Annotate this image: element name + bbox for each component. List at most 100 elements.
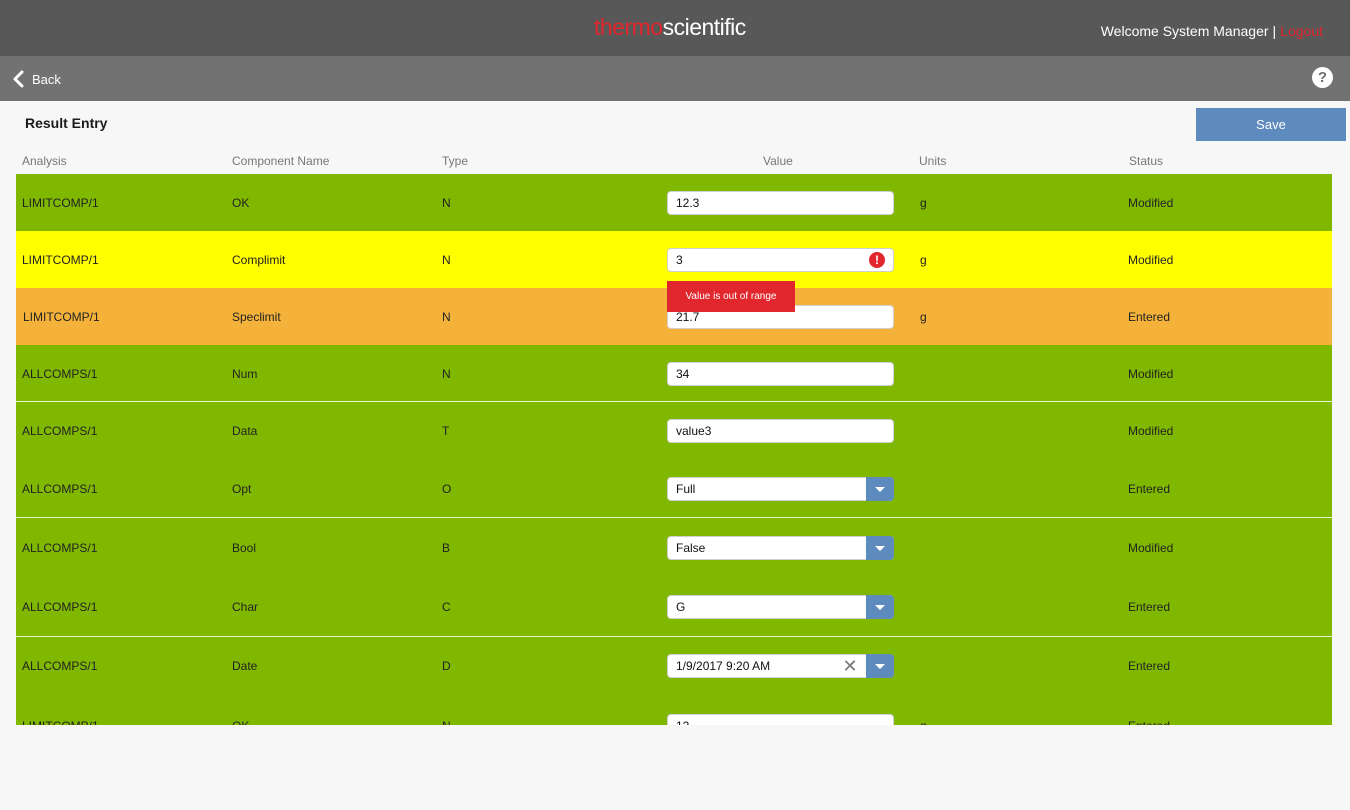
analysis-cell: ALLCOMPS/1	[22, 482, 98, 496]
value-input[interactable]: 3!	[667, 247, 894, 272]
value-text: 12.3	[676, 195, 700, 210]
status-cell: Entered	[1128, 659, 1171, 673]
units-cell: g	[920, 309, 927, 324]
thermo-scientific-logo: thermoscientific	[594, 14, 746, 41]
status-cell: Entered	[1128, 719, 1170, 725]
value-datetime-picker[interactable]: 1/9/2017 9:20 AM ✕	[667, 654, 894, 678]
type-cell: N	[442, 309, 451, 324]
logo-thermo-text: thermo	[594, 14, 663, 40]
table-row: ALLCOMPS/1 Num N Modified 34	[16, 345, 1332, 402]
status-cell: Entered	[1128, 599, 1171, 614]
logout-link[interactable]: Logout	[1280, 23, 1323, 39]
back-label: Back	[32, 71, 61, 87]
component-name-cell: Bool	[232, 540, 257, 555]
back-button[interactable]: Back	[12, 69, 61, 89]
type-cell: N	[442, 366, 451, 381]
type-cell: N	[442, 719, 451, 725]
type-cell: C	[442, 599, 451, 614]
value-dropdown[interactable]: False	[667, 535, 894, 560]
table-row: ALLCOMPS/1 Opt O Entered Full	[16, 460, 1332, 518]
row-divider	[16, 401, 1332, 402]
table-header: Analysis Component Name Type Value Units…	[0, 154, 1350, 168]
component-name-cell: Data	[232, 424, 258, 438]
units-cell: g	[920, 195, 927, 210]
row-divider	[16, 636, 1332, 637]
analysis-cell: LIMITCOMP/1	[22, 252, 99, 267]
component-name-cell: OK	[232, 719, 249, 725]
save-button[interactable]: Save	[1196, 108, 1346, 141]
analysis-cell: LIMITCOMP/1	[22, 719, 99, 725]
analysis-cell: ALLCOMPS/1	[22, 659, 98, 673]
units-cell: g	[920, 719, 927, 725]
column-header-units: Units	[919, 154, 947, 168]
table-row: ALLCOMPS/1 Date D Entered 1/9/2017 9:20 AM ✕	[16, 636, 1332, 696]
chevron-down-icon[interactable]	[866, 535, 894, 560]
status-cell: Modified	[1128, 252, 1174, 267]
units-cell: g	[920, 252, 927, 267]
column-header-component-name: Component Name	[232, 154, 330, 168]
value-text: value3	[676, 424, 712, 438]
status-cell: Modified	[1128, 424, 1174, 438]
column-header-value: Value	[763, 154, 793, 168]
component-name-cell: Date	[232, 659, 258, 673]
user-welcome: Welcome System Manager | Logout	[1101, 23, 1323, 39]
welcome-text: Welcome System Manager	[1100, 23, 1269, 39]
analysis-cell: LIMITCOMP/1	[22, 195, 99, 210]
status-cell: Modified	[1128, 195, 1174, 210]
component-name-cell: Num	[232, 366, 258, 381]
component-name-cell: Complimit	[232, 252, 286, 267]
welcome-separator: |	[1272, 23, 1277, 39]
validation-tooltip: Value is out of range	[667, 281, 795, 312]
component-name-cell: OK	[232, 195, 250, 210]
row-divider	[16, 517, 1332, 518]
value-dropdown[interactable]: G	[667, 594, 894, 619]
analysis-cell: ALLCOMPS/1	[22, 599, 98, 614]
analysis-cell: ALLCOMPS/1	[22, 540, 98, 555]
component-name-cell: Speclimit	[232, 309, 281, 324]
table-row: ALLCOMPS/1 Data T Modified value3	[16, 402, 1332, 460]
error-icon: !	[869, 251, 885, 268]
table-row: LIMITCOMP/1 Complimit Ng Modified 3!	[16, 231, 1332, 288]
value-input[interactable]: 34	[667, 361, 894, 386]
table-row: LIMITCOMP/1 OK Ng Modified 12.3	[16, 174, 1332, 231]
chevron-down-icon[interactable]	[866, 477, 894, 501]
value-input[interactable]: value3	[667, 419, 894, 443]
column-header-analysis: Analysis	[22, 154, 67, 168]
value-input[interactable]: 12.3	[667, 190, 894, 215]
value-text: 3	[676, 252, 683, 267]
value-text: 1/9/2017 9:20 AM	[676, 659, 771, 673]
value-dropdown[interactable]: Full	[667, 477, 894, 501]
analysis-cell: LIMITCOMP/1	[23, 309, 100, 324]
column-header-type: Type	[442, 154, 469, 168]
chevron-down-icon[interactable]	[866, 654, 894, 678]
type-cell: D	[442, 659, 451, 673]
status-cell: Entered	[1128, 482, 1171, 496]
chevron-left-icon	[13, 70, 24, 88]
type-cell: O	[442, 482, 452, 496]
top-bar: thermoscientific Welcome System Manager |…	[0, 0, 1350, 56]
table-row: ALLCOMPS/1 Char C Entered G	[16, 577, 1332, 636]
clear-icon[interactable]: ✕	[841, 657, 859, 675]
column-header-status: Status	[1129, 154, 1164, 168]
analysis-cell: ALLCOMPS/1	[22, 424, 98, 438]
nav-bar: Back ?	[0, 56, 1350, 101]
component-name-cell: Opt	[232, 482, 252, 496]
value-text: Full	[676, 482, 696, 496]
page-title: Result Entry	[25, 115, 108, 131]
status-cell: Entered	[1128, 309, 1171, 324]
status-cell: Modified	[1128, 366, 1174, 381]
value-text: G	[676, 599, 686, 614]
value-text: 12	[676, 719, 689, 725]
table-row: ALLCOMPS/1 Bool B Modified False	[16, 518, 1332, 577]
analysis-cell: ALLCOMPS/1	[22, 366, 98, 381]
results-table: LIMITCOMP/1 OK Ng Modified 12.3 LIMITCOMP/1 Co…	[16, 174, 1332, 725]
type-cell: B	[442, 540, 451, 555]
type-cell: N	[442, 252, 451, 267]
logo-scientific-text: scientific	[662, 14, 747, 40]
chevron-down-icon[interactable]	[866, 594, 894, 619]
type-cell: T	[442, 424, 450, 438]
help-icon[interactable]: ?	[1312, 67, 1333, 88]
table-row: LIMITCOMP/1 OK Ng Entered 12	[16, 696, 1332, 725]
type-cell: N	[442, 195, 451, 210]
value-input[interactable]: 12	[667, 714, 894, 725]
